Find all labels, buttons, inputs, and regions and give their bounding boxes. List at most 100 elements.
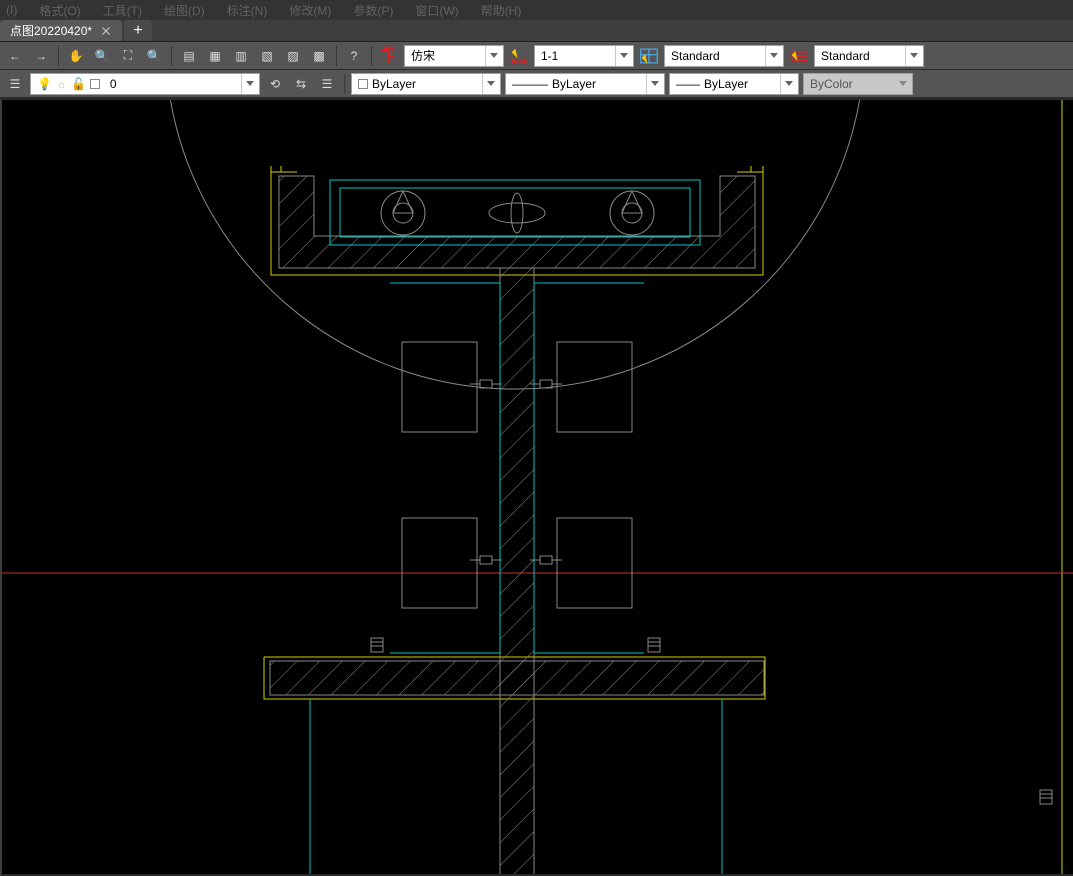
ml-style-icon bbox=[788, 45, 810, 67]
arrow-right-icon: → bbox=[35, 49, 47, 63]
zoom-window-icon: ⛶ bbox=[124, 48, 132, 63]
menu-item[interactable]: 帮助(H) bbox=[481, 2, 522, 19]
layer-prev-icon: ⟲ bbox=[270, 77, 280, 91]
chevron-down-icon[interactable] bbox=[241, 74, 257, 94]
lineweight-value: ByLayer bbox=[704, 77, 748, 91]
table-style-value: Standard bbox=[671, 49, 720, 63]
layers-icon: ☰ bbox=[10, 77, 21, 91]
menu-bar: (I) 格式(O) 工具(T) 绘图(D) 标注(N) 修改(M) 参数(P) … bbox=[0, 0, 1073, 20]
layer-manager-button[interactable]: ☰ bbox=[4, 73, 26, 95]
dim-style-combo[interactable]: 1-1 bbox=[534, 45, 634, 67]
chevron-down-icon bbox=[894, 74, 910, 94]
calc-button[interactable]: ▧ bbox=[256, 45, 278, 67]
separator bbox=[58, 46, 59, 66]
separator bbox=[336, 46, 337, 66]
layer-name: 0 bbox=[110, 77, 117, 91]
text-style-icon bbox=[378, 45, 400, 67]
menu-item[interactable]: 标注(N) bbox=[227, 2, 268, 19]
separator bbox=[344, 74, 345, 94]
hand-icon: ✋ bbox=[69, 49, 84, 63]
linetype-value: ByLayer bbox=[552, 77, 596, 91]
table-style-combo[interactable]: Standard bbox=[664, 45, 784, 67]
color-combo[interactable]: ByLayer bbox=[351, 73, 501, 95]
help-icon: ? bbox=[351, 49, 358, 63]
markup-button[interactable]: ▨ bbox=[282, 45, 304, 67]
tool-palette-button[interactable]: ▥ bbox=[230, 45, 252, 67]
styles-toolbar: ← → ✋ 🔍 ⛶ 🔍 ▤ ▦ ▥ ▧ ▨ ▩ ? 仿宋 1-1 Standar… bbox=[0, 42, 1073, 70]
chevron-down-icon[interactable] bbox=[905, 46, 921, 66]
layer-prev-button[interactable]: ⟲ bbox=[264, 73, 286, 95]
ml-style-combo[interactable]: Standard bbox=[814, 45, 924, 67]
layer-match-icon: ⇆ bbox=[296, 77, 306, 91]
zoom-previous-button[interactable]: 🔍 bbox=[143, 45, 165, 67]
shaft-left bbox=[390, 283, 500, 653]
zoom-window-button[interactable]: ⛶ bbox=[117, 45, 139, 67]
separator bbox=[171, 46, 172, 66]
menu-item[interactable]: 窗口(W) bbox=[415, 2, 458, 19]
lightbulb-icon: 💡 bbox=[37, 77, 52, 91]
menu-item[interactable]: 格式(O) bbox=[39, 2, 80, 19]
chevron-down-icon[interactable] bbox=[615, 46, 631, 66]
table-style-icon bbox=[638, 45, 660, 67]
plotstyle-combo: ByColor bbox=[803, 73, 913, 95]
menu-item[interactable]: 修改(M) bbox=[289, 2, 331, 19]
palette-icon: ▥ bbox=[235, 49, 246, 63]
ml-style-value: Standard bbox=[821, 49, 870, 63]
menu-item[interactable]: 绘图(D) bbox=[164, 2, 205, 19]
layer-state-icon: ☰ bbox=[322, 77, 333, 91]
help-button[interactable]: ? bbox=[343, 45, 365, 67]
chevron-down-icon[interactable] bbox=[780, 74, 796, 94]
chevron-down-icon[interactable] bbox=[482, 74, 498, 94]
linetype-sample: ——— bbox=[512, 77, 548, 91]
dim-style-value: 1-1 bbox=[541, 49, 558, 63]
drawing-canvas[interactable] bbox=[0, 98, 1073, 876]
qcalc-icon: ▩ bbox=[313, 49, 324, 63]
color-swatch bbox=[358, 79, 368, 89]
nav-forward-button[interactable]: → bbox=[30, 45, 52, 67]
layer-match-button[interactable]: ⇆ bbox=[290, 73, 312, 95]
document-tab[interactable]: 点图20220420* bbox=[0, 20, 122, 41]
drawing-viewport[interactable] bbox=[0, 98, 1073, 876]
properties-toolbar: ☰ 💡 ☼ 🔓 0 ⟲ ⇆ ☰ ByLayer ——— ByLayer —— B… bbox=[0, 70, 1073, 98]
document-tabs: 点图20220420* + bbox=[0, 20, 1073, 42]
sheetset-button[interactable]: ▦ bbox=[204, 45, 226, 67]
zoom-icon: 🔍 bbox=[95, 49, 110, 63]
layer-color-swatch bbox=[90, 79, 100, 89]
tab-title: 点图20220420* bbox=[10, 22, 92, 39]
sheetset-icon: ▦ bbox=[209, 49, 220, 63]
plotstyle-value: ByColor bbox=[810, 77, 853, 91]
lineweight-combo[interactable]: —— ByLayer bbox=[669, 73, 799, 95]
text-style-value: 仿宋 bbox=[411, 47, 435, 64]
quickcalc-button[interactable]: ▩ bbox=[308, 45, 330, 67]
arrow-left-icon: ← bbox=[9, 49, 21, 63]
dim-style-icon bbox=[508, 45, 530, 67]
zoom-realtime-button[interactable]: 🔍 bbox=[91, 45, 113, 67]
chevron-down-icon[interactable] bbox=[765, 46, 781, 66]
layer-combo[interactable]: 💡 ☼ 🔓 0 bbox=[30, 73, 260, 95]
plus-icon: + bbox=[133, 22, 142, 40]
lineweight-sample: —— bbox=[676, 77, 700, 91]
zoom-prev-icon: 🔍 bbox=[147, 49, 162, 63]
nav-back-button[interactable]: ← bbox=[4, 45, 26, 67]
sun-icon: ☼ bbox=[56, 77, 67, 91]
markup-icon: ▨ bbox=[287, 49, 298, 63]
chevron-down-icon[interactable] bbox=[485, 46, 501, 66]
menu-item[interactable]: (I) bbox=[6, 3, 17, 17]
menu-item[interactable]: 工具(T) bbox=[103, 2, 142, 19]
separator bbox=[371, 46, 372, 66]
chevron-down-icon[interactable] bbox=[646, 74, 662, 94]
lock-icon: 🔓 bbox=[71, 77, 86, 91]
cooktop-block bbox=[330, 180, 700, 245]
properties-button[interactable]: ▤ bbox=[178, 45, 200, 67]
properties-icon: ▤ bbox=[183, 49, 194, 63]
linetype-combo[interactable]: ——— ByLayer bbox=[505, 73, 665, 95]
menu-item[interactable]: 参数(P) bbox=[353, 2, 393, 19]
close-icon[interactable] bbox=[100, 25, 112, 37]
shaft-right bbox=[534, 283, 644, 653]
color-value: ByLayer bbox=[372, 77, 416, 91]
pan-button[interactable]: ✋ bbox=[65, 45, 87, 67]
new-tab-button[interactable]: + bbox=[124, 20, 152, 41]
walls-hatch bbox=[270, 176, 764, 876]
text-style-combo[interactable]: 仿宋 bbox=[404, 45, 504, 67]
layer-state-button[interactable]: ☰ bbox=[316, 73, 338, 95]
